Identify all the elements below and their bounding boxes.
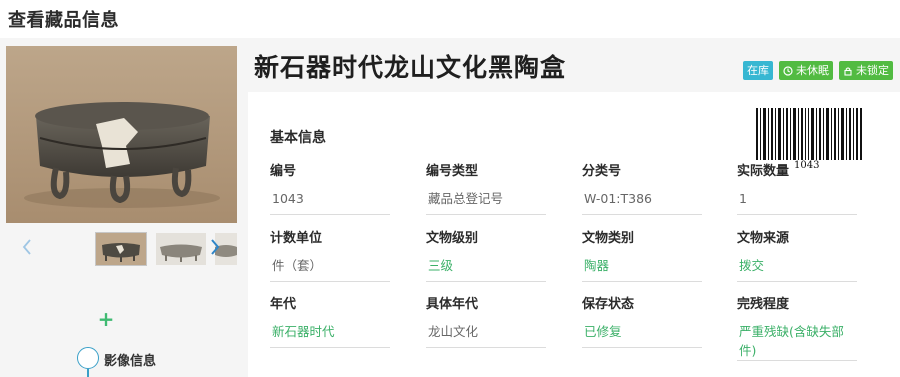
field-label: 文物类别 [582,231,635,246]
item-title: 新石器时代龙山文化黑陶盒 [254,53,567,82]
artifact-main-image[interactable] [6,46,237,223]
add-icon[interactable]: + [97,309,115,329]
barcode [756,108,862,160]
field-id-type: 编号类型 藏品总登记号 [426,163,546,215]
field-value: 件（套） [270,256,390,282]
thumbnail-1[interactable] [95,232,147,266]
field-value: 龙山文化 [426,322,546,348]
field-value: 1043 [270,189,390,215]
timeline-label[interactable]: 影像信息 [104,350,156,369]
field-quantity: 实际数量 1 [737,163,857,215]
field-era: 年代 新石器时代 [270,296,390,348]
field-value-link[interactable]: 严重残缺(含缺失部件) [737,322,857,361]
field-label: 保存状态 [582,297,635,312]
timeline-line [87,369,89,377]
badge-label: 未休眠 [796,64,829,77]
section-title: 基本信息 [270,130,326,146]
timeline-node [77,347,99,369]
field-id: 编号 1043 [270,163,390,215]
field-label: 实际数量 [737,164,790,179]
field-label: 年代 [270,297,297,312]
page-title: 查看藏品信息 [8,10,119,31]
status-badge-in-stock: 在库 [743,61,773,80]
field-value-link[interactable]: 拨交 [737,256,857,282]
field-value: 1 [737,189,857,215]
field-value-link[interactable]: 陶器 [582,256,702,282]
thumbnail-strip [6,231,237,266]
status-badge-not-dormant: 未休眠 [779,61,833,80]
field-label: 计数单位 [270,231,323,246]
field-value: 藏品总登记号 [426,189,546,215]
lock-icon [843,66,853,76]
badge-label: 在库 [747,64,769,77]
badge-label: 未锁定 [856,64,889,77]
field-value-link[interactable]: 三级 [426,256,546,282]
field-category: 文物类别 陶器 [582,230,702,282]
field-value: W-01:T386 [582,189,702,215]
field-label: 完残程度 [737,297,790,312]
clock-icon [783,65,793,76]
thumbnail-2[interactable] [156,233,206,265]
chevron-right-icon[interactable] [206,235,224,259]
field-label: 具体年代 [426,297,479,312]
field-label: 文物级别 [426,231,479,246]
status-badge-unlocked: 未锁定 [839,61,893,80]
field-label: 分类号 [582,164,622,179]
chevron-left-icon[interactable] [18,235,36,259]
status-badges: 在库 未休眠 未锁定 [743,61,893,80]
field-grade: 文物级别 三级 [426,230,546,282]
field-specific-era: 具体年代 龙山文化 [426,296,546,348]
field-value-link[interactable]: 新石器时代 [270,322,390,348]
field-source: 文物来源 拨交 [737,230,857,282]
field-preservation: 保存状态 已修复 [582,296,702,348]
field-value-link[interactable]: 已修复 [582,322,702,348]
field-completeness: 完残程度 严重残缺(含缺失部件) [737,296,857,361]
field-unit: 计数单位 件（套） [270,230,390,282]
field-label: 文物来源 [737,231,790,246]
field-classification: 分类号 W-01:T386 [582,163,702,215]
field-label: 编号类型 [426,164,479,179]
media-panel: + 影像信息 [0,38,240,377]
basic-info-card: 基本信息 1043 编号 1043 编号类型 藏品总登记号 分类号 W-01:T… [248,92,900,377]
field-label: 编号 [270,164,297,179]
detail-panel: 新石器时代龙山文化黑陶盒 在库 未休眠 未锁定 基本信息 1043 编号 104… [240,38,900,377]
